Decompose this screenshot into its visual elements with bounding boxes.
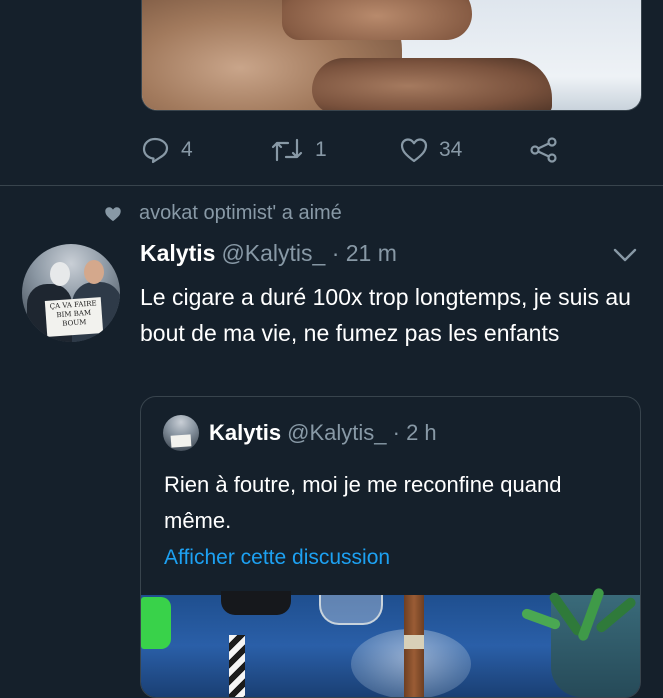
reply-count: 4 (181, 138, 193, 161)
tweet-header: Kalytis @Kalytis_ · 21 m (140, 240, 397, 267)
retweet-button[interactable]: 1 (269, 138, 399, 162)
share-icon (530, 137, 557, 163)
quoted-image[interactable] (141, 586, 640, 697)
image-object (404, 635, 424, 649)
reply-icon (142, 137, 169, 164)
quoted-author-name: Kalytis (209, 420, 282, 445)
avatar-figure (50, 262, 70, 286)
chevron-down-icon (613, 248, 637, 262)
avatar-sign: ÇA VA FAIRE BIM BAM BOUM (44, 297, 104, 337)
rock-shape (312, 58, 552, 110)
show-thread-link[interactable]: Afficher cette discussion (164, 546, 390, 570)
tweet-actions: 4 1 34 (141, 132, 559, 168)
like-count: 34 (439, 138, 463, 161)
quoted-avatar (163, 415, 199, 451)
avatar-figure (84, 260, 104, 284)
social-context-text: avokat optimist' a aimé (139, 202, 342, 224)
tweet-menu-button[interactable] (612, 246, 638, 269)
heart-icon (400, 138, 428, 163)
tweet-divider (0, 185, 663, 186)
previous-tweet-image[interactable] (141, 0, 642, 111)
retweet-icon (271, 138, 303, 162)
image-object (221, 591, 291, 615)
share-button[interactable] (529, 136, 559, 164)
like-button[interactable]: 34 (399, 136, 529, 164)
reply-button[interactable]: 4 (141, 136, 269, 164)
image-object (141, 597, 171, 649)
quoted-text: Rien à foutre, moi je me reconfine quand… (164, 472, 562, 533)
image-object (229, 635, 245, 697)
quoted-header: Kalytis @Kalytis_ · 2 h (209, 420, 437, 446)
social-context[interactable]: avokat optimist' a aimé (101, 202, 342, 225)
retweet-count: 1 (315, 138, 327, 161)
author-name[interactable]: Kalytis (140, 240, 215, 267)
handle-and-time[interactable]: @Kalytis_ · 21 m (221, 240, 396, 267)
image-object (319, 595, 383, 625)
avatar[interactable]: ÇA VA FAIRE BIM BAM BOUM (22, 244, 120, 342)
quoted-tweet[interactable]: Kalytis @Kalytis_ · 2 h Rien à foutre, m… (140, 396, 641, 698)
tweet-text: Le cigare a duré 100x trop longtemps, je… (140, 284, 631, 346)
quoted-handle-and-time: @Kalytis_ · 2 h (287, 420, 437, 445)
avatar-sign (170, 434, 192, 448)
rock-shape (282, 0, 472, 40)
heart-filled-icon (101, 205, 125, 223)
